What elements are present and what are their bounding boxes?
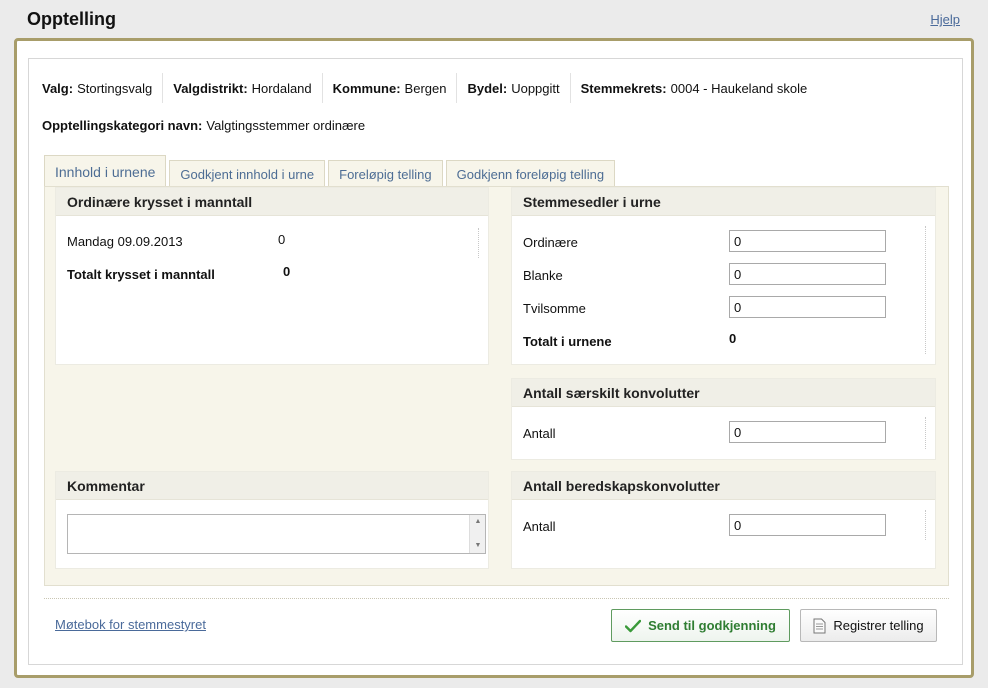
ordinaere-input[interactable] [729, 230, 886, 252]
register-button-label: Registrer telling [833, 618, 924, 633]
category-key: Opptellingskategori navn: [42, 118, 203, 133]
panel-title: Antall beredskapskonvolutter [512, 472, 935, 500]
manntall-total-value: 0 [283, 264, 291, 279]
meta-key: Kommune: [332, 80, 401, 96]
tab-bar: Innhold i urnene Godkjent innhold i urne… [44, 155, 618, 187]
checkmark-icon [625, 619, 642, 633]
page-title: Opptelling [27, 9, 116, 29]
meta-valg: Valg: Stortingsvalg [29, 73, 164, 103]
comment-box: ▲ ▼ [67, 514, 486, 554]
meta-value: Uoppgitt [511, 80, 560, 96]
document-icon [813, 618, 826, 634]
comment-textarea[interactable] [68, 515, 470, 553]
tab-godkjenn-forelopig[interactable]: Godkjenn foreløpig telling [445, 160, 616, 187]
urne-total-label: Totalt i urnene [523, 334, 612, 349]
meta-bydel: Bydel: Uoppgitt [457, 73, 571, 103]
divider [478, 228, 479, 258]
panel-title: Stemmesedler i urne [512, 188, 935, 216]
panel-title: Antall særskilt konvolutter [512, 379, 935, 407]
tab-content: Ordinære krysset i manntall Mandag 09.09… [44, 186, 949, 586]
scroll-down-icon[interactable]: ▼ [470, 540, 486, 552]
meta-value: Hordaland [251, 80, 312, 96]
tab-forelopig-telling[interactable]: Foreløpig telling [328, 160, 443, 187]
scroll-up-icon[interactable]: ▲ [470, 516, 486, 528]
blanke-label: Blanke [523, 268, 563, 283]
meta-kommune: Kommune: Bergen [323, 73, 458, 103]
main-frame: Valg: Stortingsvalg Valgdistrikt: Hordalan… [14, 38, 974, 678]
tvilsomme-input[interactable] [729, 296, 886, 318]
category-value: Valgtingsstemmer ordinære [206, 118, 366, 133]
help-link[interactable]: Hjelp [930, 12, 960, 27]
manntall-date-label: Mandag 09.09.2013 [67, 234, 183, 249]
meta-value: Bergen [404, 80, 447, 96]
meta-value: Stortingsvalg [77, 80, 153, 96]
panel-title: Ordinære krysset i manntall [56, 188, 488, 216]
manntall-date-value: 0 [278, 232, 286, 247]
tab-godkjent-innhold[interactable]: Godkjent innhold i urne [169, 160, 326, 187]
send-til-godkjenning-button[interactable]: Send til godkjenning [611, 609, 790, 642]
panel-saerskilt: Antall særskilt konvolutter Antall [511, 378, 936, 460]
panel-beredskap: Antall beredskapskonvolutter Antall [511, 471, 936, 569]
panel-kommentar: Kommentar ▲ ▼ [55, 471, 489, 569]
tab-innhold-i-urnene[interactable]: Innhold i urnene [44, 155, 167, 187]
comment-scrollbar[interactable]: ▲ ▼ [469, 515, 485, 553]
page-header: Opptelling Hjelp [14, 0, 974, 38]
ordinaere-label: Ordinære [523, 235, 578, 250]
footer-bar: Møtebok for stemmestyret Send til godkje… [44, 598, 949, 654]
manntall-total-label: Totalt krysset i manntall [67, 267, 215, 282]
election-meta-row: Valg: Stortingsvalg Valgdistrikt: Hordalan… [29, 73, 817, 103]
divider [925, 510, 926, 540]
meta-valgdistrikt: Valgdistrikt: Hordaland [163, 73, 323, 103]
motebok-link[interactable]: Møtebok for stemmestyret [55, 617, 206, 632]
divider [925, 417, 926, 449]
content-frame: Valg: Stortingsvalg Valgdistrikt: Hordalan… [28, 58, 963, 665]
beredskap-input[interactable] [729, 514, 886, 536]
beredskap-label: Antall [523, 519, 556, 534]
tvilsomme-label: Tvilsomme [523, 301, 586, 316]
saerskilt-input[interactable] [729, 421, 886, 443]
meta-key: Bydel: [467, 80, 508, 96]
panel-manntall: Ordinære krysset i manntall Mandag 09.09… [55, 187, 489, 365]
divider [925, 226, 926, 354]
meta-key: Valg: [42, 80, 74, 96]
meta-key: Valgdistrikt: [173, 80, 248, 96]
panel-title: Kommentar [56, 472, 488, 500]
saerskilt-label: Antall [523, 426, 556, 441]
blanke-input[interactable] [729, 263, 886, 285]
category-row: Opptellingskategori navn: Valgtingsstemme… [42, 118, 365, 133]
meta-key: Stemmekrets: [580, 80, 667, 96]
panel-urne: Stemmesedler i urne Ordinære Blanke Tvil… [511, 187, 936, 365]
urne-total-value: 0 [729, 331, 737, 346]
registrer-telling-button[interactable]: Registrer telling [800, 609, 937, 642]
send-button-label: Send til godkjenning [648, 618, 776, 633]
meta-value: 0004 - Haukeland skole [670, 80, 808, 96]
meta-stemmekrets: Stemmekrets: 0004 - Haukeland skole [571, 73, 818, 103]
